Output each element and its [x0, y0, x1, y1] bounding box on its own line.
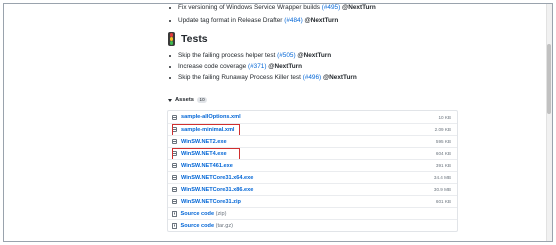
list-item: Update tag format in Release Drafter (#4…: [164, 15, 376, 26]
asset-link[interactable]: WinSW.NET2.exe: [181, 139, 227, 145]
source-code-targz-link[interactable]: Source code (tar.gz): [181, 223, 234, 229]
asset-link[interactable]: WinSW.NETCore31.zip: [181, 199, 241, 205]
triangle-down-icon: [168, 98, 172, 102]
asset-row[interactable]: WinSW.NETCore31.x86.exe 30.9 MB: [168, 183, 457, 195]
author-mention[interactable]: @NextTurn: [342, 4, 376, 11]
list-item: Skip the failing process helper test (#5…: [164, 50, 357, 61]
author-mention[interactable]: @NextTurn: [268, 63, 302, 70]
issue-link[interactable]: (#505): [277, 52, 295, 59]
package-icon: [172, 163, 177, 168]
asset-row[interactable]: sample-minimal.xml 2.09 KB: [168, 123, 457, 136]
tests-list: Skip the failing process helper test (#5…: [164, 50, 357, 83]
asset-name-text: Source code: [180, 222, 215, 229]
asset-row[interactable]: WinSW.NET2.exe 595 KB: [168, 135, 457, 147]
change-text: Skip the failing process helper test: [178, 52, 278, 59]
asset-size: 30.9 MB: [433, 187, 451, 192]
change-text: Increase code coverage: [178, 63, 248, 70]
asset-row[interactable]: WinSW.NET461.exe 391 KB: [168, 159, 457, 171]
asset-size: 604 KB: [435, 151, 451, 156]
asset-link[interactable]: WinSW.NET4.exe: [181, 151, 227, 157]
author-mention[interactable]: @NextTurn: [304, 17, 338, 24]
scrollbar-thumb[interactable]: [547, 44, 551, 114]
asset-link[interactable]: sample-allOptions.xml: [181, 114, 241, 120]
change-text: Skip the failing Runaway Process Killer …: [178, 74, 303, 81]
asset-row[interactable]: Source code (tar.gz): [168, 219, 457, 231]
right-gutter: [456, 4, 552, 241]
asset-format: (zip): [215, 210, 227, 217]
author-mention[interactable]: @NextTurn: [297, 52, 331, 59]
asset-size: 601 KB: [435, 199, 451, 204]
package-icon: [172, 151, 177, 156]
package-icon: [172, 199, 177, 204]
asset-row[interactable]: WinSW.NETCore31.zip 601 KB: [168, 195, 457, 207]
vertical-scrollbar[interactable]: [546, 4, 552, 241]
zip-file-icon: [172, 210, 177, 217]
asset-size: 391 KB: [435, 163, 451, 168]
asset-link[interactable]: WinSW.NET461.exe: [181, 163, 233, 169]
change-text: Update tag format in Release Drafter: [178, 17, 285, 24]
assets-list: sample-allOptions.xml 10 KB sample-minim…: [167, 110, 458, 232]
issue-link[interactable]: (#495): [322, 4, 340, 11]
assets-toggle[interactable]: Assets 10: [168, 97, 208, 103]
package-icon: [172, 187, 177, 192]
list-item: Skip the failing Runaway Process Killer …: [164, 72, 357, 83]
zip-file-icon: [172, 222, 177, 229]
asset-row[interactable]: WinSW.NETCore31.x64.exe 34.4 MB: [168, 171, 457, 183]
issue-link[interactable]: (#484): [284, 17, 302, 24]
asset-size: 2.09 KB: [434, 127, 451, 132]
asset-size: 595 KB: [435, 139, 451, 144]
asset-name-text: Source code: [180, 210, 215, 217]
list-item: Fix versioning of Windows Service Wrappe…: [164, 2, 376, 13]
package-icon: [172, 114, 177, 120]
asset-format: (tar.gz): [215, 222, 234, 229]
tests-heading: Tests: [168, 32, 208, 46]
list-item: Increase code coverage (#371) @NextTurn: [164, 61, 357, 72]
tests-title: Tests: [181, 33, 208, 45]
asset-link[interactable]: WinSW.NETCore31.x86.exe: [181, 187, 253, 193]
asset-link[interactable]: WinSW.NETCore31.x64.exe: [181, 175, 253, 181]
asset-link[interactable]: sample-minimal.xml: [181, 127, 234, 133]
changes-list: Fix versioning of Windows Service Wrappe…: [164, 4, 376, 26]
package-icon: [172, 139, 177, 144]
issue-link[interactable]: (#371): [248, 63, 266, 70]
package-icon: [172, 175, 177, 180]
asset-size: 10 KB: [438, 114, 451, 120]
change-text: Fix versioning of Windows Service Wrappe…: [178, 4, 322, 11]
browser-viewport: Fix versioning of Windows Service Wrappe…: [3, 3, 553, 242]
source-code-zip-link[interactable]: Source code (zip): [181, 211, 227, 217]
author-mention[interactable]: @NextTurn: [323, 74, 357, 81]
asset-size: 34.4 MB: [433, 175, 451, 180]
package-icon: [172, 127, 177, 132]
asset-row[interactable]: sample-allOptions.xml 10 KB: [168, 111, 457, 123]
release-body: Fix versioning of Windows Service Wrappe…: [164, 4, 464, 241]
traffic-light-icon: [168, 32, 175, 46]
issue-link[interactable]: (#496): [303, 74, 321, 81]
assets-label: Assets: [175, 97, 195, 103]
asset-row[interactable]: WinSW.NET4.exe 604 KB: [168, 147, 457, 160]
asset-row[interactable]: Source code (zip): [168, 207, 457, 219]
assets-count-badge: 10: [197, 97, 208, 103]
left-gutter: [4, 4, 149, 241]
